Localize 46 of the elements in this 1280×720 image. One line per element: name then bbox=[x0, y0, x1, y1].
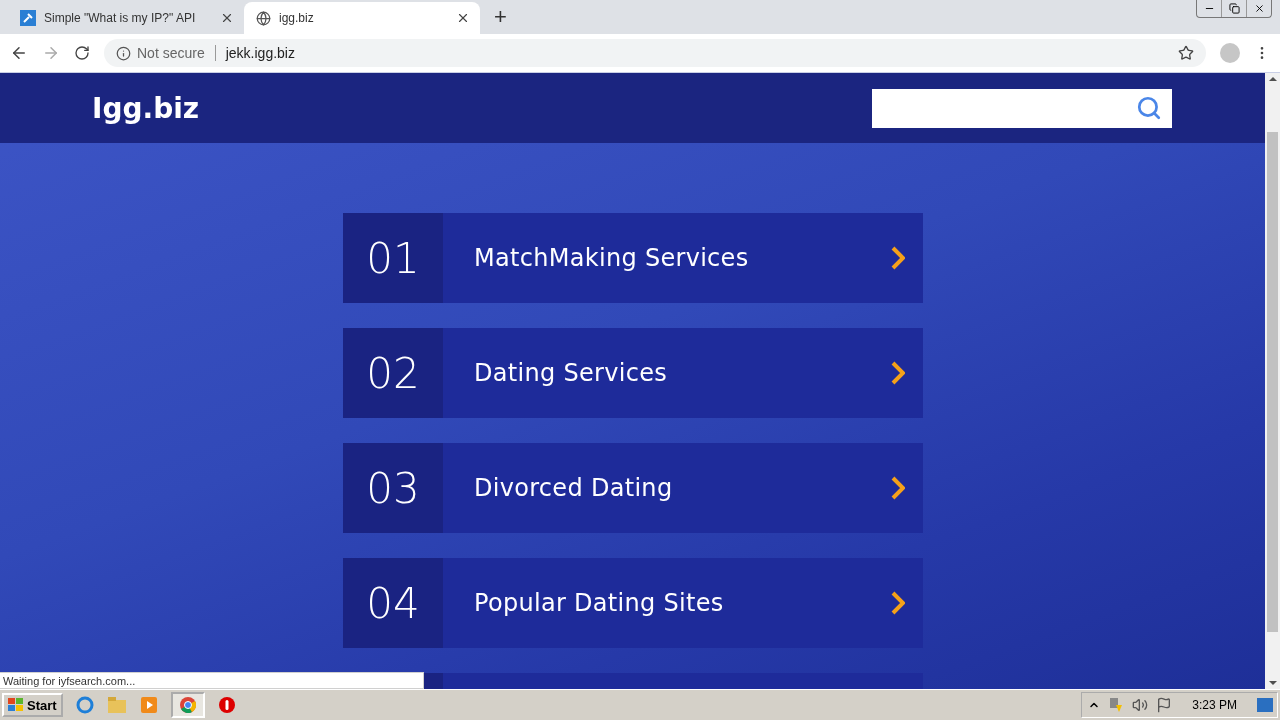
chevron-icon bbox=[891, 246, 905, 270]
item-label: Dating Services bbox=[473, 358, 669, 389]
windows-logo-icon bbox=[8, 698, 24, 712]
browser-tab[interactable]: Simple "What is my IP?" API bbox=[8, 2, 244, 34]
url-text: jekk.igg.biz bbox=[225, 45, 296, 61]
list-card[interactable]: 03 Divorced Dating bbox=[343, 443, 923, 533]
chevron-icon bbox=[891, 476, 905, 500]
chrome-taskbar-button[interactable] bbox=[170, 692, 205, 718]
globe-icon bbox=[256, 10, 271, 26]
item-number: 01 bbox=[343, 213, 443, 303]
flag-icon[interactable] bbox=[1156, 697, 1173, 713]
star-icon[interactable] bbox=[1178, 45, 1194, 61]
tab-title: Simple "What is my IP?" API bbox=[44, 11, 197, 25]
item-number: 04 bbox=[343, 558, 443, 648]
item-label: Divorced Dating bbox=[473, 473, 674, 504]
reload-icon[interactable] bbox=[74, 45, 90, 61]
media-player-icon[interactable] bbox=[138, 695, 159, 715]
back-icon[interactable] bbox=[10, 44, 28, 62]
status-tooltip: Waiting for iyfsearch.com... bbox=[0, 672, 424, 689]
item-label: Popular Dating Sites bbox=[473, 588, 725, 619]
chrome-icon bbox=[179, 697, 196, 713]
address-bar[interactable]: Not secure jekk.igg.biz bbox=[104, 39, 1206, 67]
security-label: Not secure bbox=[137, 45, 205, 61]
close-icon[interactable] bbox=[456, 11, 470, 25]
new-tab-button[interactable]: + bbox=[494, 4, 507, 30]
search-icon[interactable] bbox=[1136, 95, 1162, 121]
site-logo[interactable]: Igg.biz bbox=[92, 91, 200, 125]
volume-icon[interactable] bbox=[1132, 697, 1149, 713]
start-button[interactable]: Start bbox=[2, 693, 63, 717]
item-number: 02 bbox=[343, 328, 443, 418]
tab-title: igg.biz bbox=[279, 11, 315, 25]
search-field[interactable] bbox=[872, 88, 1172, 128]
browser-icon[interactable] bbox=[74, 695, 95, 715]
info-icon bbox=[116, 45, 131, 61]
item-label: MatchMaking Services bbox=[473, 243, 750, 274]
item-number: 03 bbox=[343, 443, 443, 533]
list-card[interactable]: 02 Dating Services bbox=[343, 328, 923, 418]
list-card[interactable]: 01 MatchMaking Services bbox=[343, 213, 923, 303]
browser-tab[interactable]: igg.biz bbox=[244, 2, 480, 34]
scrollbar[interactable] bbox=[1265, 73, 1280, 689]
close-icon[interactable] bbox=[220, 11, 234, 25]
list-card[interactable]: 04 Popular Dating Sites bbox=[343, 558, 923, 648]
stop-icon[interactable] bbox=[216, 695, 237, 715]
chevron-icon bbox=[891, 591, 905, 615]
chevron-icon bbox=[891, 361, 905, 385]
clock-text: 3:23 PM bbox=[1192, 698, 1237, 712]
